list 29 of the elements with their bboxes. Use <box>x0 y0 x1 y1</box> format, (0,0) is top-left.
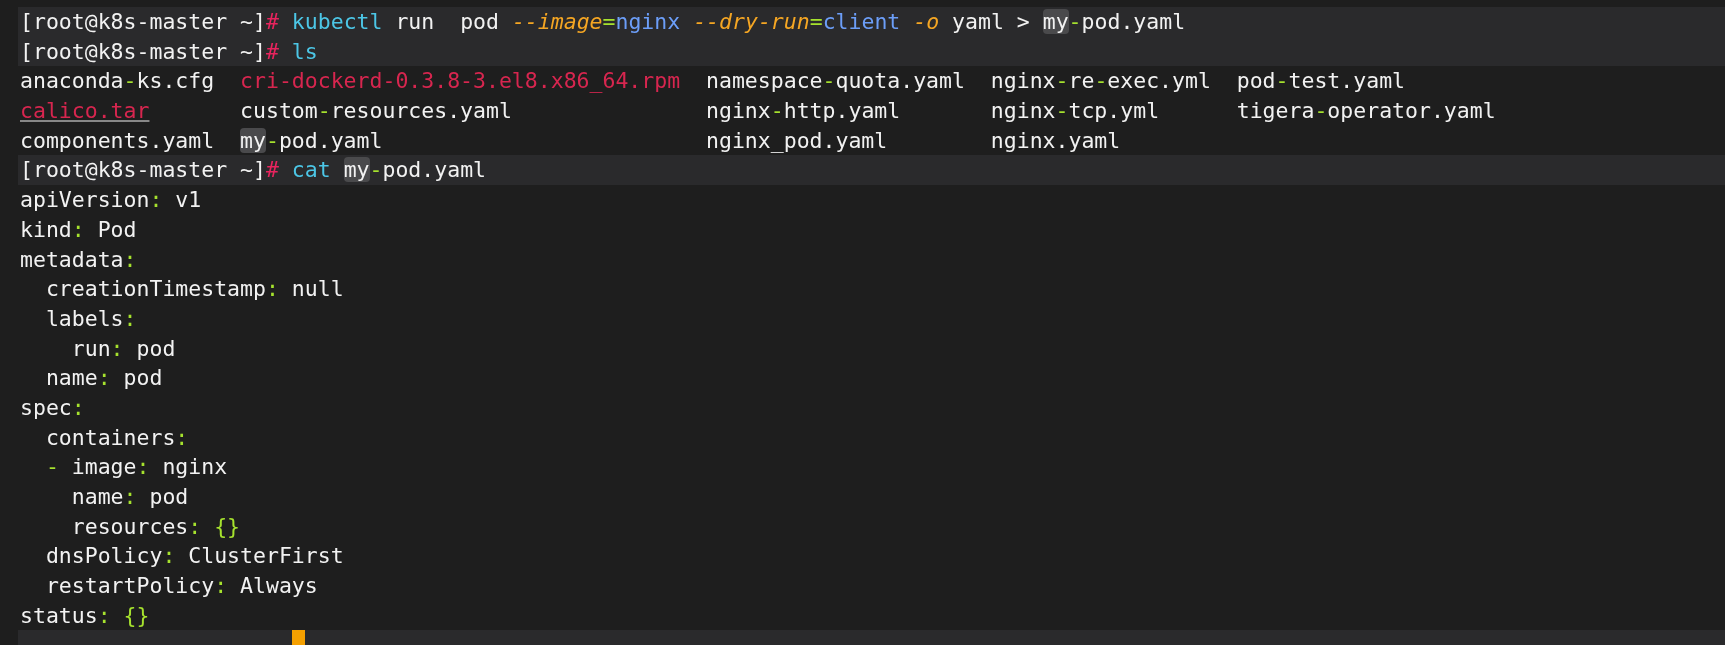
file-name: custom-resources.yaml <box>240 97 512 126</box>
output-line: name: pod <box>44 364 164 393</box>
file-name: my-pod.yaml <box>240 126 383 155</box>
file-name: namespace-quota.yaml <box>706 67 965 96</box>
file-name: calico.tar <box>20 97 150 126</box>
output-line: containers: <box>44 423 190 452</box>
output-line: kind: Pod <box>19 215 138 244</box>
file-name: components.yaml <box>20 126 215 155</box>
output-line: resources: {} <box>70 512 242 541</box>
output-line: restartPolicy: Always <box>44 572 319 601</box>
output-line: run: pod <box>70 334 177 363</box>
file-name: pod-test.yaml <box>1236 67 1406 96</box>
output-line: dnsPolicy: ClusterFirst <box>44 542 345 571</box>
file-name: cri-dockerd-0.3.8-3.el8.x86_64.rpm <box>240 67 681 96</box>
file-name: anaconda-ks.cfg <box>20 67 215 96</box>
file-name: nginx-http.yaml <box>706 97 901 126</box>
file-name: nginx_pod.yaml <box>706 126 888 155</box>
output-line: labels: <box>44 304 138 333</box>
output-line: metadata: <box>19 245 138 274</box>
file-name: tigera-operator.yaml <box>1236 97 1496 126</box>
output-line: apiVersion: v1 <box>19 186 203 215</box>
output-line: - image: nginx <box>44 453 229 482</box>
output-line: status: {} <box>19 601 151 630</box>
output-line: creationTimestamp: null <box>44 275 345 304</box>
output-line: name: pod <box>70 483 190 511</box>
output-line: spec: <box>19 393 86 422</box>
file-name: nginx.yaml <box>990 126 1121 155</box>
file-name: nginx-re-exec.yml <box>990 67 1211 96</box>
file-name: nginx-tcp.yml <box>990 97 1160 126</box>
